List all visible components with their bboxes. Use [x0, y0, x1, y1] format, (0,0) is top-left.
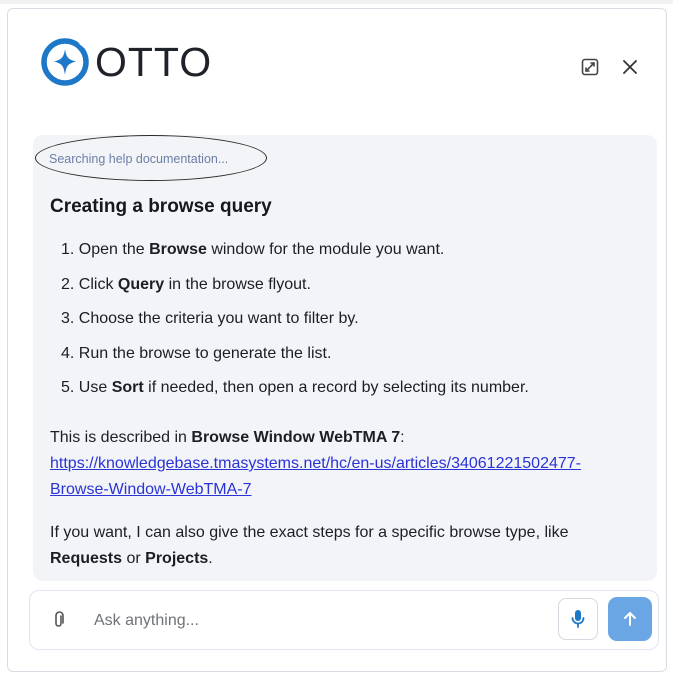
offer-paragraph: If you want, I can also give the exact s… [50, 524, 569, 567]
paperclip-icon [55, 611, 64, 627]
chat-header: OTTO [8, 9, 666, 129]
status-text: Searching help documentation... [49, 152, 229, 166]
expand-icon [581, 58, 599, 76]
list-item: 4. Run the browse to generate the list. [61, 344, 332, 362]
chat-window: OTTO Searching help documentation... Cre… [7, 8, 667, 672]
app-name: OTTO [95, 38, 213, 85]
send-button[interactable] [608, 597, 652, 641]
list-item: 5. Use Sort if needed, then open a recor… [61, 379, 529, 396]
steps-list: 1. Open the Browse window for the module… [61, 239, 529, 412]
top-border [0, 0, 673, 4]
list-item: 3. Choose the criteria you want to filte… [61, 310, 359, 327]
app-logo: OTTO [38, 35, 212, 89]
list-item: 2. Click Query in the browse flyout. [61, 275, 311, 293]
chat-input-bar [29, 590, 659, 650]
message-title: Creating a browse query [50, 196, 272, 217]
assistant-message: Searching help documentation... Creating… [33, 135, 657, 581]
arrow-up-icon [624, 612, 636, 626]
kb-article-link[interactable]: https://knowledgebase.tmasystems.net/hc/… [50, 451, 640, 503]
expand-button[interactable] [576, 53, 604, 81]
close-button[interactable] [616, 53, 644, 81]
source-paragraph: This is described in Browse Window WebTM… [50, 425, 640, 503]
attach-button[interactable] [48, 609, 70, 631]
sparkle-ring-icon [41, 38, 89, 86]
chat-input[interactable] [92, 605, 546, 637]
voice-input-button[interactable] [558, 598, 598, 640]
close-icon [623, 60, 637, 74]
list-item: 1. Open the Browse window for the module… [61, 241, 445, 258]
microphone-icon [571, 610, 585, 628]
